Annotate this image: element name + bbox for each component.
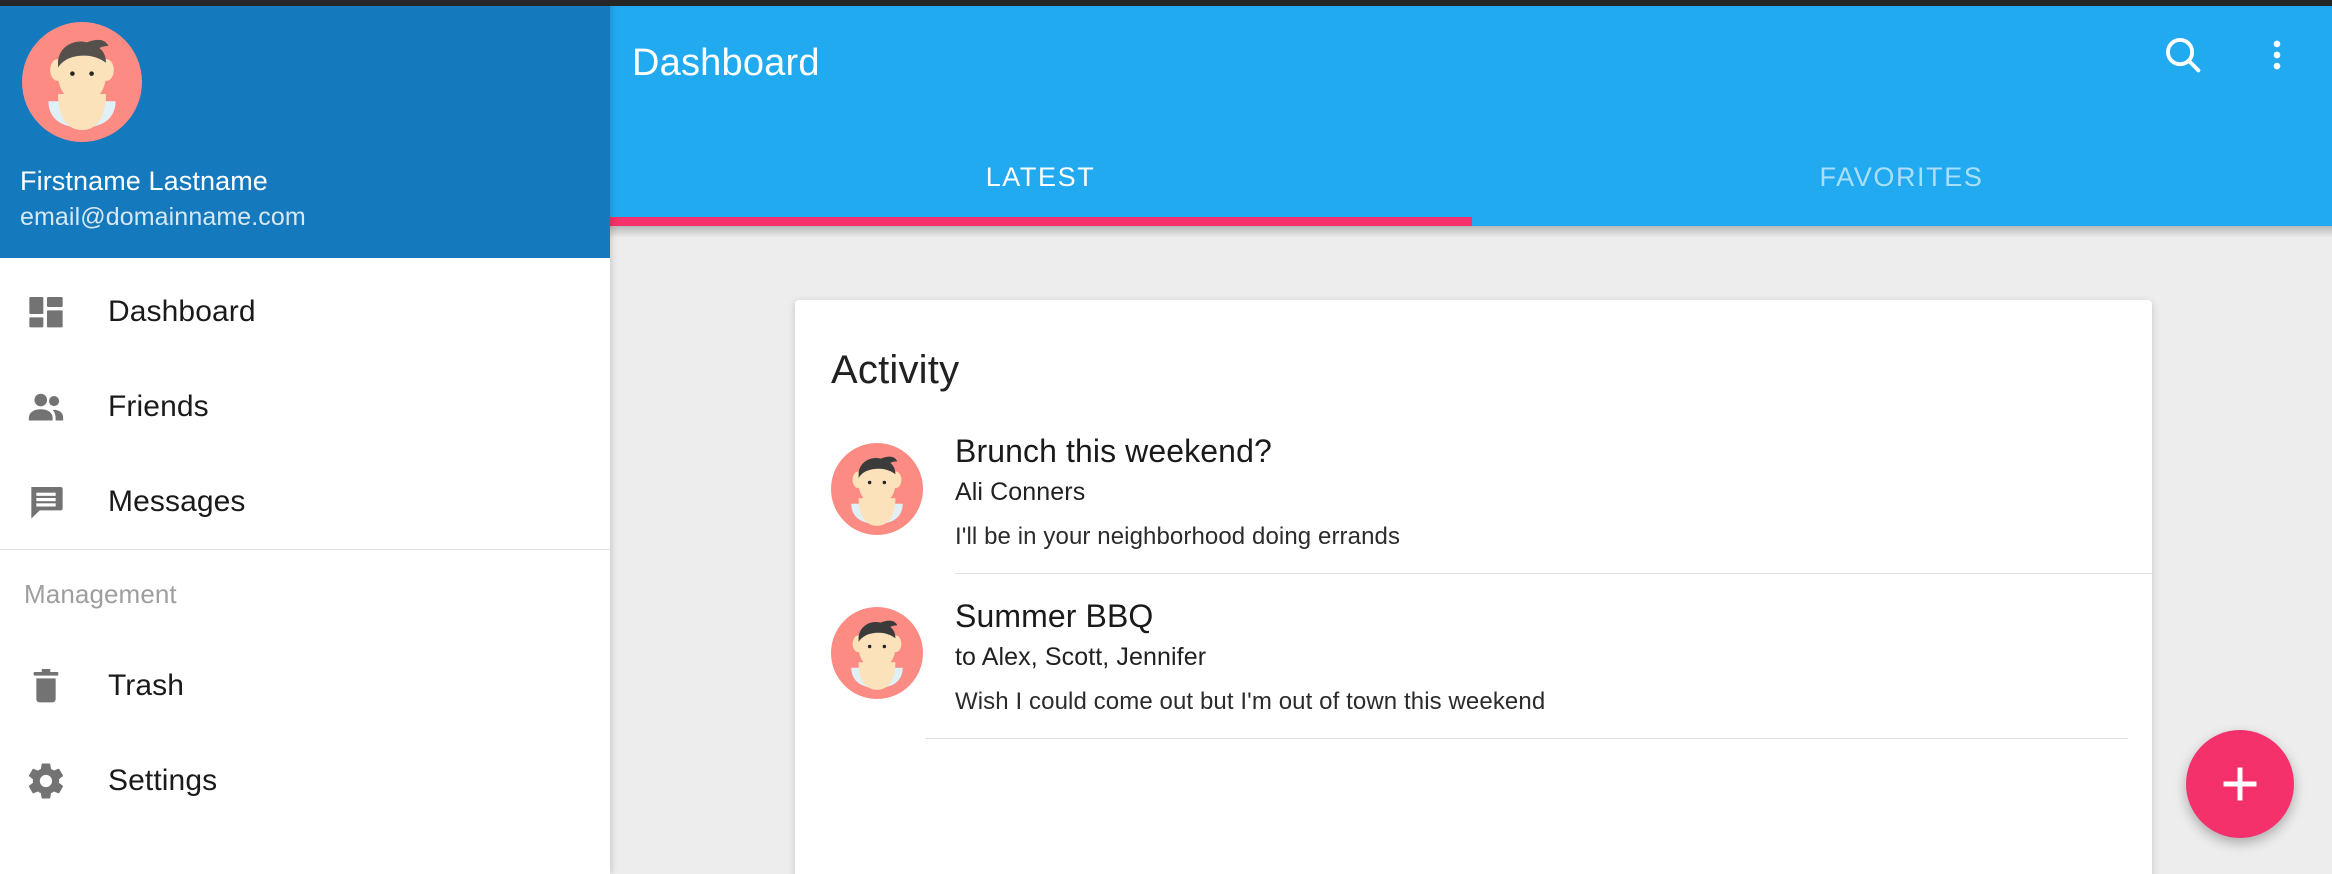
app-bar-actions — [2154, 26, 2306, 84]
tab-bar: LATEST FAVORITES — [610, 158, 2332, 226]
app-root: Firstname Lastname email@domainname.com … — [0, 0, 2332, 874]
people-icon — [22, 383, 70, 431]
add-button[interactable] — [2186, 730, 2294, 838]
list-item-snippet: I'll be in your neighborhood doing erran… — [955, 523, 1401, 550]
dashboard-icon — [22, 288, 70, 336]
sidebar-item-label: Trash — [108, 668, 185, 702]
app-bar-top-row: Dashboard — [610, 0, 2332, 158]
list-item[interactable]: Summer BBQ to Alex, Scott, Jennifer Wish… — [795, 573, 2152, 738]
list-item-title: Brunch this weekend? — [955, 433, 1272, 469]
message-icon — [22, 478, 70, 526]
sidebar-item-friends[interactable]: Friends — [0, 359, 610, 454]
main-content: Activity Brunch this weekend? Ali Conner… — [610, 226, 2332, 874]
user-avatar — [831, 607, 923, 699]
sidebar-item-settings[interactable]: Settings — [0, 733, 610, 828]
user-avatar — [831, 443, 923, 535]
list-item-subtitle: Ali Conners — [955, 478, 1086, 506]
tab-favorites[interactable]: FAVORITES — [1471, 158, 2332, 226]
sidebar-item-dashboard[interactable]: Dashboard — [0, 264, 610, 359]
user-email: email@domainname.com — [20, 203, 306, 231]
tab-active-indicator — [610, 217, 1472, 226]
list-item[interactable]: Brunch this weekend? Ali Conners I'll be… — [795, 433, 2152, 573]
user-name: Firstname Lastname — [20, 166, 268, 196]
user-avatar[interactable] — [22, 22, 142, 146]
gear-icon — [22, 757, 70, 805]
trash-icon — [22, 662, 70, 710]
activity-card: Activity Brunch this weekend? Ali Conner… — [795, 300, 2152, 874]
list-item-subtitle: to Alex, Scott, Jennifer — [955, 643, 1207, 671]
sidebar-item-label: Settings — [108, 763, 218, 797]
list-item-title: Summer BBQ — [955, 598, 1154, 634]
drawer-header: Firstname Lastname email@domainname.com — [0, 0, 610, 258]
sidebar-item-label: Dashboard — [108, 294, 256, 328]
card-title: Activity — [831, 348, 960, 392]
app-bar: Dashboard LATEST FAVORITES — [610, 0, 2332, 226]
app-bar-shadow — [610, 226, 2332, 238]
status-bar — [0, 0, 2332, 6]
tab-latest[interactable]: LATEST — [610, 158, 1471, 226]
list-divider — [925, 738, 2128, 739]
sidebar-item-trash[interactable]: Trash — [0, 638, 610, 733]
activity-list: Brunch this weekend? Ali Conners I'll be… — [795, 433, 2152, 739]
search-icon[interactable] — [2154, 26, 2212, 84]
page-title: Dashboard — [632, 42, 820, 84]
drawer-primary-nav: Dashboard Friends Messages Management Tr… — [0, 258, 610, 828]
list-item-body: Summer BBQ to Alex, Scott, Jennifer Wish… — [955, 573, 2152, 738]
more-vert-icon[interactable] — [2248, 26, 2306, 84]
list-item-snippet: Wish I could come out but I'm out of tow… — [955, 688, 1546, 715]
sidebar-item-label: Friends — [108, 389, 209, 423]
drawer-subheader: Management — [24, 578, 177, 609]
list-item-body: Brunch this weekend? Ali Conners I'll be… — [955, 433, 2152, 573]
plus-icon — [2217, 761, 2263, 807]
navigation-drawer: Firstname Lastname email@domainname.com … — [0, 0, 610, 874]
sidebar-item-label: Messages — [108, 484, 246, 518]
sidebar-item-messages[interactable]: Messages — [0, 454, 610, 549]
